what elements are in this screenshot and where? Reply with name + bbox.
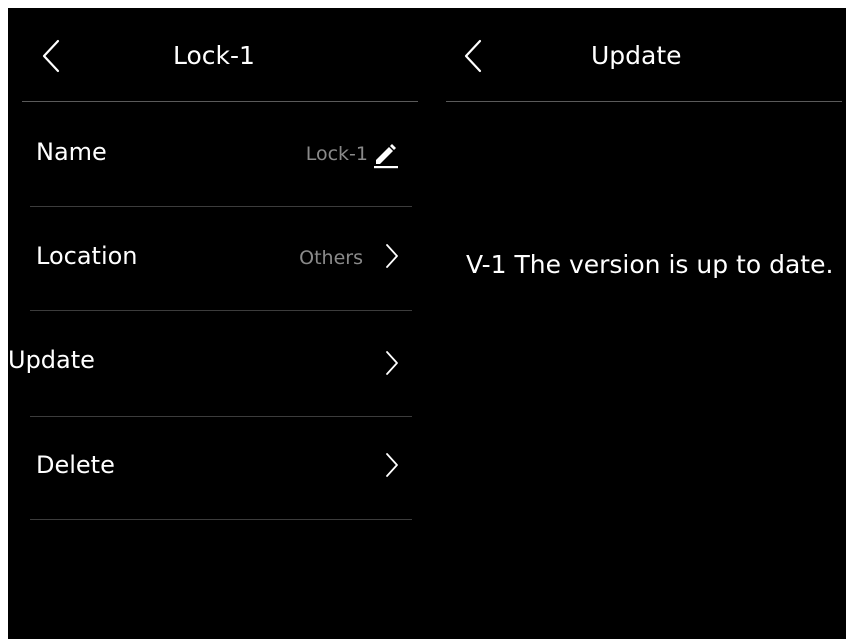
- update-panel: Update V-1 The version is up to date.: [432, 8, 846, 639]
- screen: Lock-1 Name Lock-1 Location Others Updat…: [0, 0, 846, 639]
- row-divider: [30, 519, 412, 520]
- update-header: Update: [432, 8, 846, 101]
- update-status-message: V-1 The version is up to date.: [466, 250, 834, 279]
- top-strip: [0, 0, 846, 8]
- page-title: Update: [591, 41, 682, 70]
- update-label: Update: [8, 346, 95, 374]
- name-row[interactable]: Name Lock-1: [8, 107, 432, 207]
- delete-row[interactable]: Delete: [8, 420, 432, 520]
- name-value: Lock-1: [305, 143, 368, 165]
- row-divider: [30, 310, 412, 311]
- header-divider: [446, 101, 842, 102]
- update-row[interactable]: Update: [8, 315, 432, 415]
- location-value: Others: [299, 247, 363, 269]
- row-divider: [30, 206, 412, 207]
- location-label: Location: [36, 242, 138, 270]
- back-button[interactable]: [458, 38, 488, 74]
- chevron-left-icon: [458, 38, 488, 74]
- row-divider: [30, 416, 412, 417]
- chevron-left-icon: [36, 38, 66, 74]
- chevron-right-icon: [384, 350, 400, 376]
- header-divider: [22, 101, 418, 102]
- back-button[interactable]: [36, 38, 66, 74]
- location-row[interactable]: Location Others: [8, 211, 432, 311]
- chevron-right-icon: [384, 452, 400, 478]
- delete-label: Delete: [36, 451, 115, 479]
- pencil-icon[interactable]: [372, 139, 400, 173]
- chevron-right-icon: [384, 243, 400, 269]
- page-title: Lock-1: [173, 41, 255, 70]
- settings-header: Lock-1: [8, 8, 432, 101]
- name-label: Name: [36, 138, 107, 166]
- device-settings-panel: Lock-1 Name Lock-1 Location Others Updat…: [8, 8, 432, 639]
